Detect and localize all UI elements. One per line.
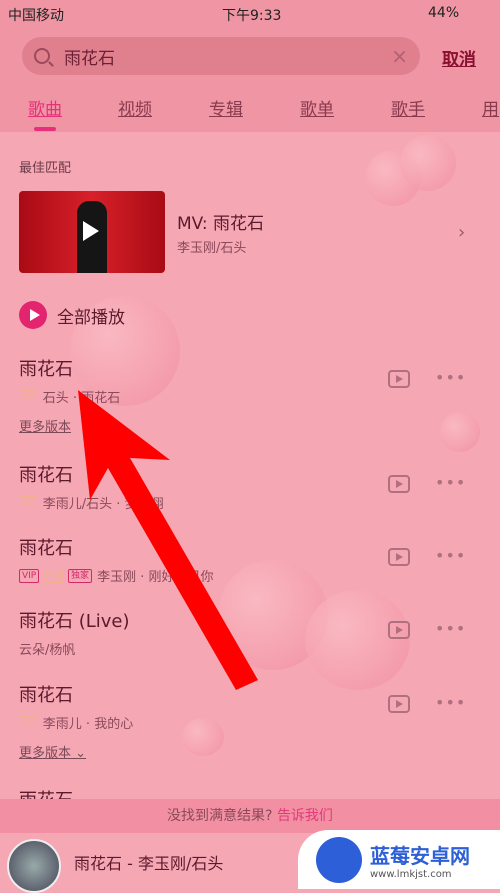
red-arrow-annotation	[78, 390, 258, 690]
album-cover[interactable]	[7, 839, 61, 893]
watermark: 蓝莓安卓网 www.lmkjst.com	[298, 830, 500, 889]
feedback-link[interactable]: 告诉我们	[277, 808, 333, 824]
android-logo-icon	[316, 836, 362, 883]
now-playing-title: 雨花石 - 李玉刚/石头	[74, 854, 224, 873]
feedback-bar: 没找到满意结果? 告诉我们	[0, 799, 500, 833]
